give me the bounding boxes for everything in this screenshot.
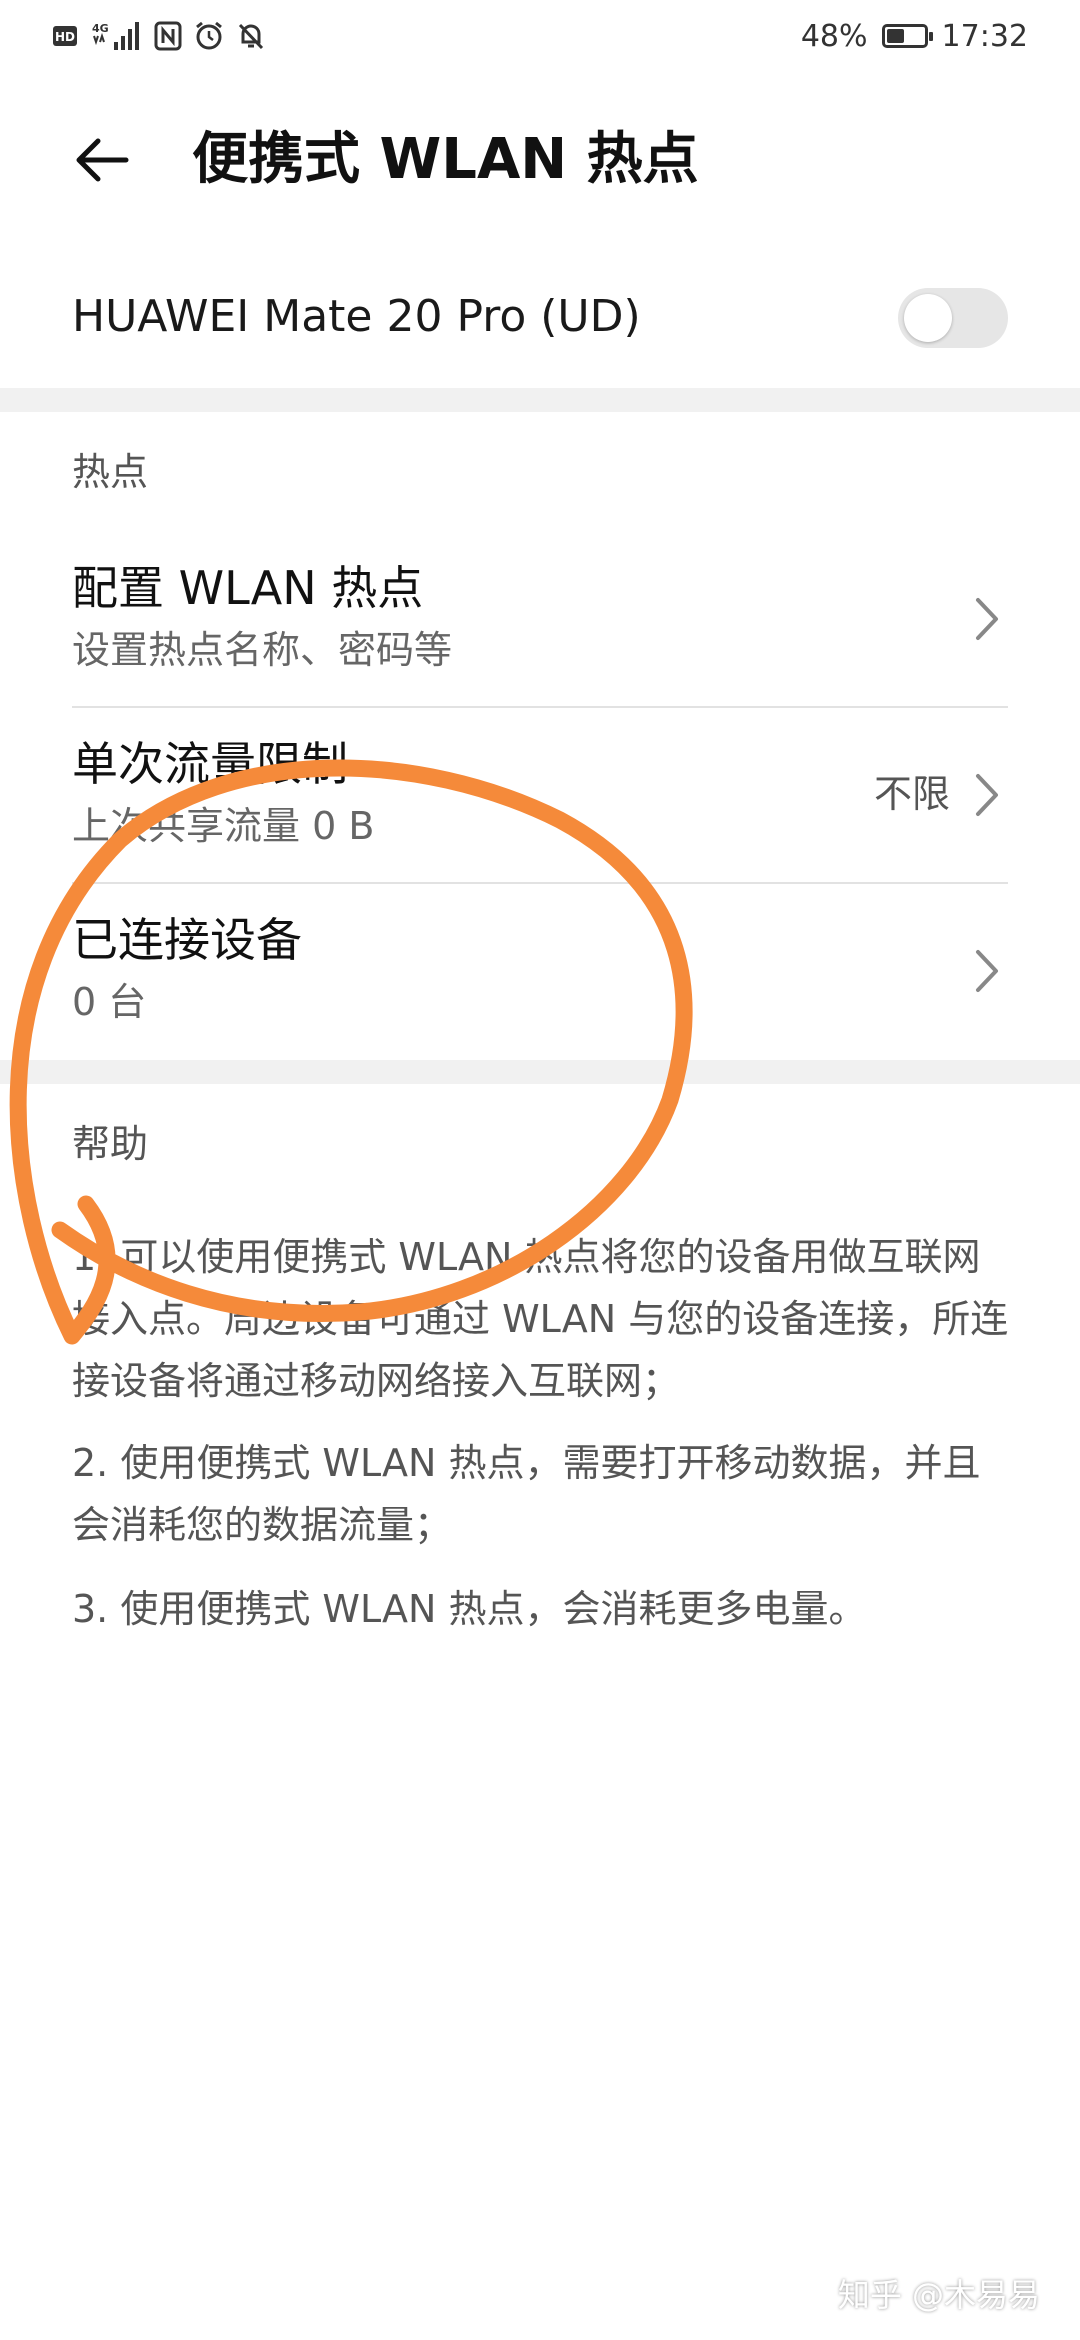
list-item-connected-devices[interactable]: 已连接设备 0 台 [0,884,1080,1060]
status-icons-left: HD 4G [52,16,266,56]
list-item-data-limit[interactable]: 单次流量限制 上次共享流量 0 B 不限 [0,708,1080,884]
switch-knob [904,294,952,342]
chevron-right-icon [976,774,998,816]
section-header-hotspot: 热点 [72,450,149,494]
item-title: 单次流量限制 [72,737,348,791]
hd-icon: HD [53,26,77,46]
item-subtitle: 设置热点名称、密码等 [72,628,453,672]
list-item-configure-hotspot[interactable]: 配置 WLAN 热点 设置热点名称、密码等 [0,532,1080,708]
battery-icon [881,24,933,48]
item-subtitle: 0 台 [72,980,147,1024]
help-paragraph-3: 3. 使用便携式 WLAN 热点，会消耗更多电量。 [72,1587,867,1631]
hotspot-switch[interactable] [898,288,1008,348]
item-value: 不限 [873,772,950,816]
section-gap [0,388,1080,412]
section-gap [0,1060,1080,1084]
section-header-help: 帮助 [72,1122,149,1166]
back-arrow-icon [76,138,129,182]
signal-4g-icon: 4G [92,22,139,50]
chevron-right-icon [976,950,998,992]
mute-icon [238,23,264,50]
hotspot-name: HUAWEI Mate 20 Pro (UD) [72,291,641,342]
item-subtitle: 上次共享流量 0 B [72,804,375,848]
nfc-icon [154,21,182,51]
help-paragraph-1: 1. 可以使用便携式 WLAN 热点将您的设备用做互联网接入点。周边设备可通过 … [72,1235,1009,1403]
hotspot-toggle-row[interactable]: HUAWEI Mate 20 Pro (UD) [0,258,1080,376]
network-label: 4G [92,22,109,35]
hd-label: HD [55,30,75,44]
battery-level [886,29,904,43]
watermark: 知乎 @木易易 [837,2276,1040,2314]
back-button[interactable] [60,118,144,202]
battery-percent: 48% [800,18,868,54]
chevron-right-icon [976,598,998,640]
alarm-icon [196,21,222,50]
item-title: 配置 WLAN 热点 [72,561,424,615]
status-bar: HD 4G 48% 17:32 [0,0,1080,76]
page-title: 便携式 WLAN 热点 [192,127,699,192]
help-paragraph-2: 2. 使用便携式 WLAN 热点，需要打开移动数据，并且会消耗您的数据流量； [72,1441,981,1547]
clock: 17:32 [941,18,1028,54]
toolbar: 便携式 WLAN 热点 [0,100,1080,220]
status-icons-right: 48% 17:32 [801,16,1028,56]
item-title: 已连接设备 [72,913,302,967]
